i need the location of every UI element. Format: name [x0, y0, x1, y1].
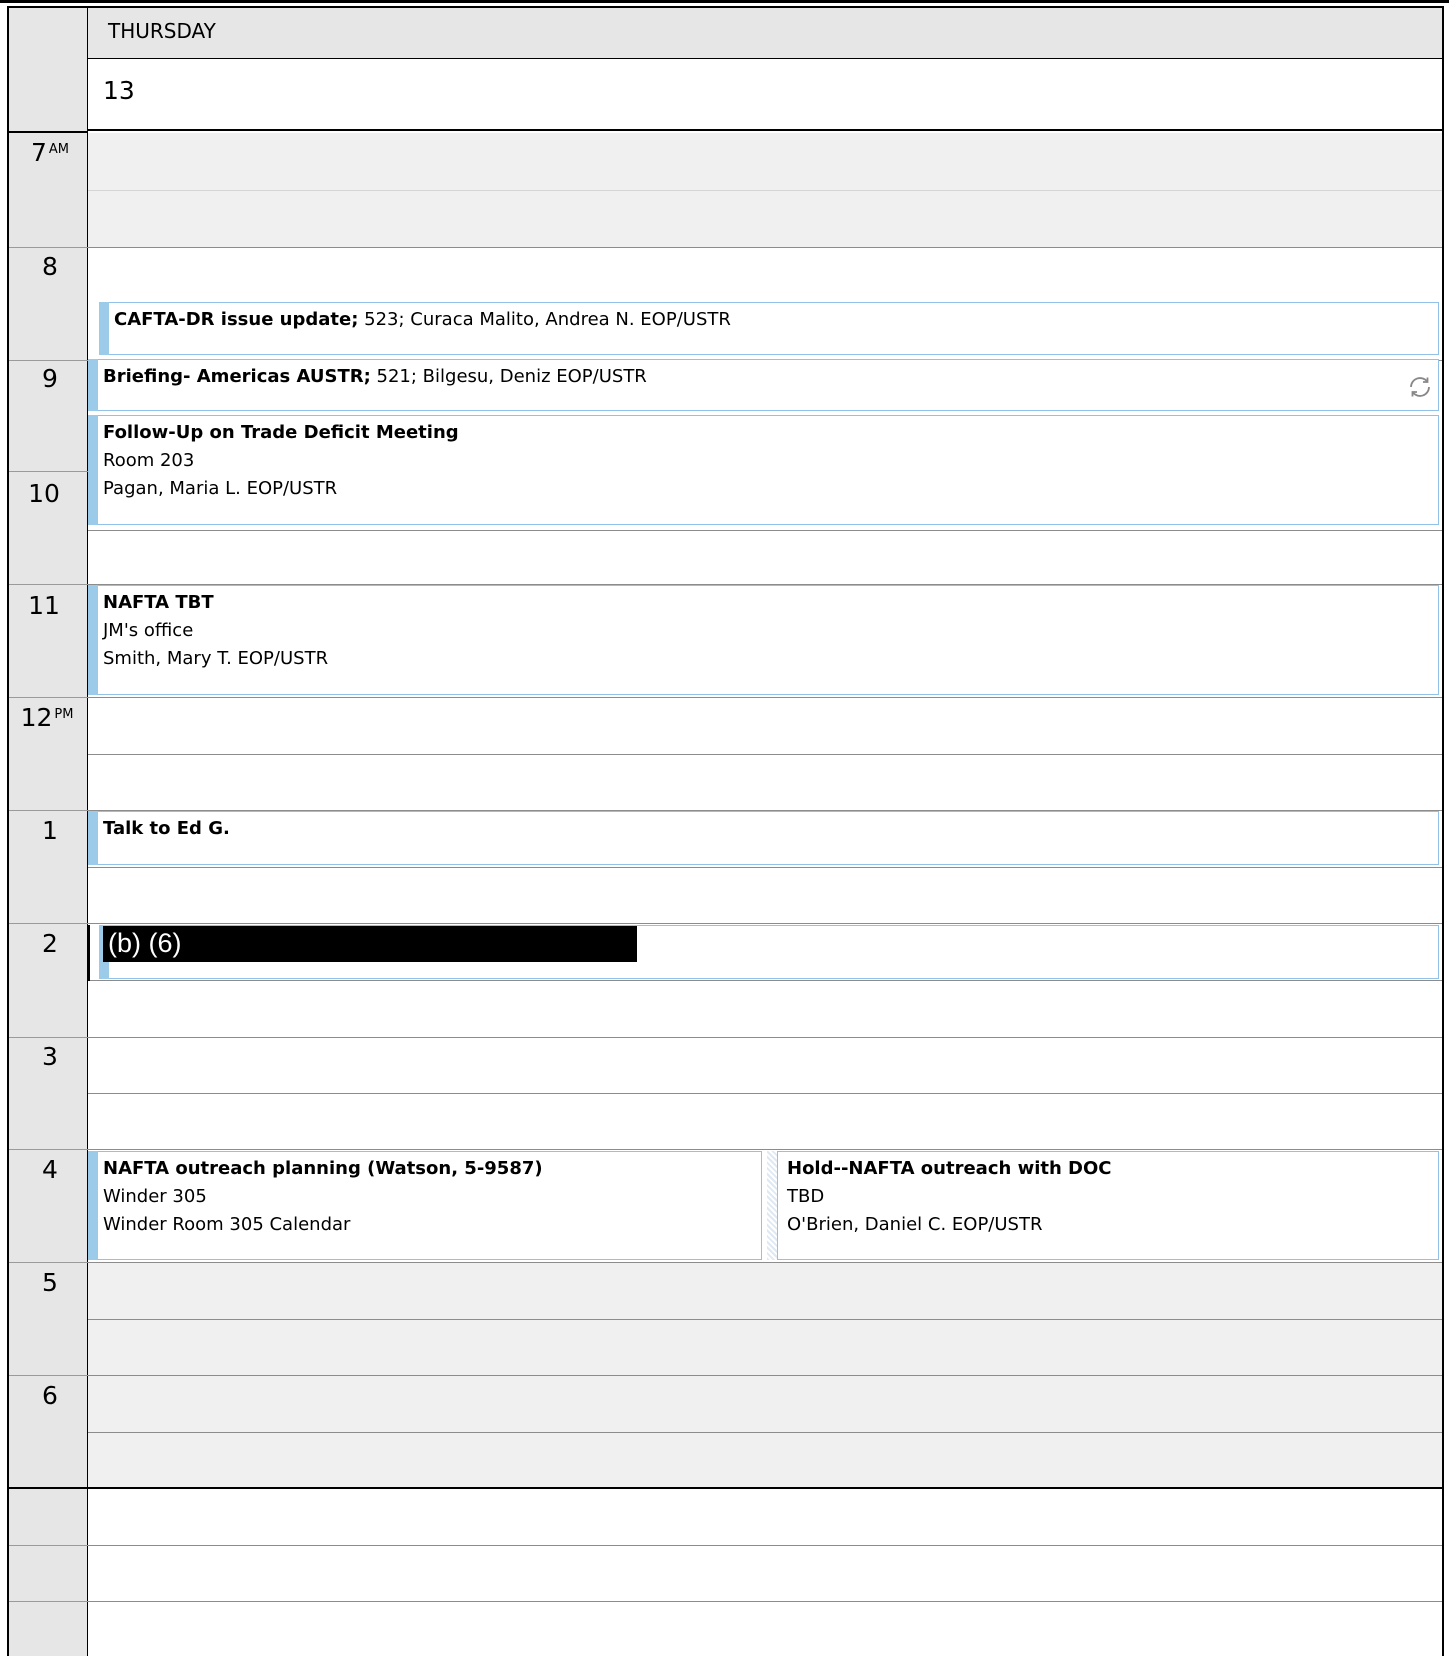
calendar-frame: [7, 6, 1444, 1656]
top-border: [0, 0, 1449, 3]
